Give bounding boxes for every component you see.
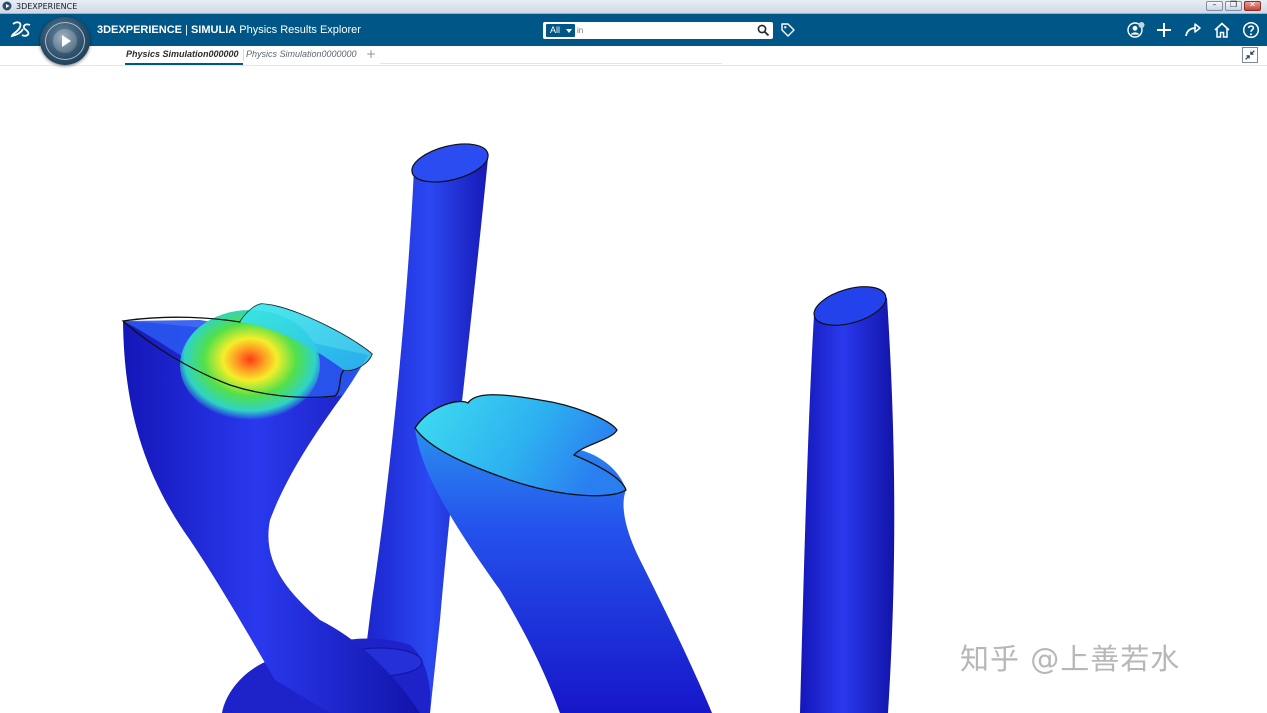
collapse-icon[interactable] <box>1242 47 1258 63</box>
tab-physics-simulation-1[interactable]: Physics Simulation000000 <box>126 49 240 60</box>
tab-divider <box>243 49 244 61</box>
tab-bar: Physics Simulation000000 Physics Simulat… <box>0 46 1267 66</box>
user-icon[interactable] <box>1127 21 1145 39</box>
simulation-model-render <box>121 143 895 713</box>
maximize-label: ❐ <box>1229 0 1238 9</box>
active-tab-indicator <box>125 63 243 65</box>
help-icon[interactable] <box>1242 21 1260 39</box>
3d-viewport[interactable]: 知乎 @上善若水 <box>0 66 1267 713</box>
os-window-title: 3DEXPERIENCE <box>16 2 78 11</box>
search-filter-dropdown[interactable]: All <box>546 24 575 37</box>
close-button[interactable]: ✕ <box>1244 0 1261 11</box>
tag-icon[interactable] <box>780 22 796 38</box>
tab-physics-simulation-2[interactable]: Physics Simulation0000000 <box>246 49 359 60</box>
add-tab-button[interactable]: + <box>366 46 376 62</box>
compass-button[interactable] <box>40 17 90 65</box>
minimize-label: – <box>1212 0 1217 9</box>
maximize-button[interactable]: ❐ <box>1225 0 1242 11</box>
top-bar: 3DEXPERIENCE | SIMULIA Physics Results E… <box>0 14 1267 46</box>
ds-logo-icon[interactable] <box>10 20 32 40</box>
home-icon[interactable] <box>1213 21 1231 39</box>
app-title: 3DEXPERIENCE | SIMULIA Physics Results E… <box>97 23 361 37</box>
tab-bar-line <box>380 63 722 64</box>
watermark: 知乎 @上善若水 <box>960 642 1181 676</box>
app-name: Physics Results Explorer <box>236 24 361 36</box>
close-label: ✕ <box>1249 0 1256 9</box>
share-icon[interactable] <box>1184 21 1202 39</box>
search-input[interactable] <box>577 23 747 38</box>
os-window-titlebar: 3DEXPERIENCE – ❐ ✕ <box>0 0 1267 14</box>
search-filter-label: All <box>550 25 561 35</box>
plus-icon[interactable] <box>1155 21 1173 39</box>
app-window-icon <box>2 1 12 11</box>
compass-play-icon[interactable] <box>53 29 77 53</box>
minimize-button[interactable]: – <box>1206 0 1223 11</box>
brand-name: 3DEXPERIENCE <box>97 24 182 36</box>
title-separator: | <box>181 24 191 36</box>
product-name: SIMULIA <box>190 24 237 36</box>
chevron-down-icon <box>566 29 572 33</box>
search-icon[interactable] <box>757 24 770 37</box>
play-icon <box>62 35 71 47</box>
search-box: All <box>543 22 773 39</box>
